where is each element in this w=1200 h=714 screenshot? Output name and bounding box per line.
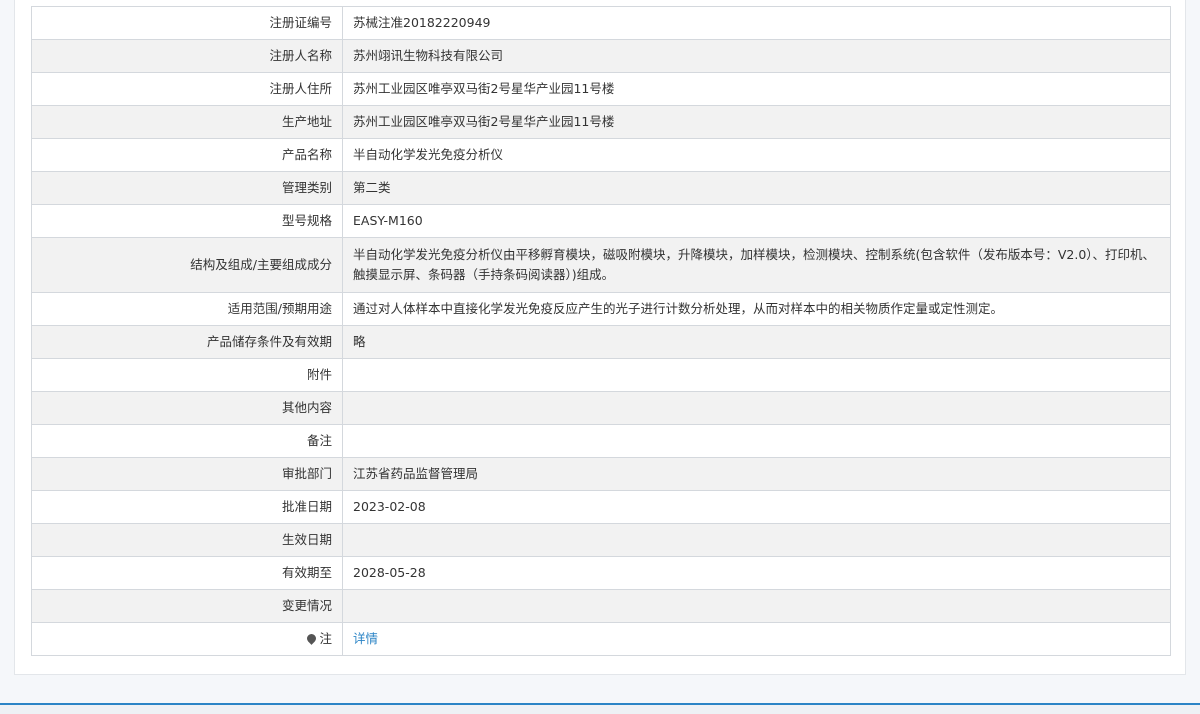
table-row: 变更情况 <box>31 589 1171 623</box>
note-label: 注 <box>319 631 332 646</box>
field-value: 半自动化学发光免疫分析仪 <box>342 138 1171 172</box>
note-value-cell: 详情 <box>342 622 1171 656</box>
field-label: 附件 <box>31 358 343 392</box>
field-value: 江苏省药品监督管理局 <box>342 457 1171 491</box>
table-row: 产品名称 半自动化学发光免疫分析仪 <box>31 138 1171 172</box>
field-value <box>342 424 1171 458</box>
table-row: 适用范围/预期用途 通过对人体样本中直接化学发光免疫反应产生的光子进行计数分析处… <box>31 292 1171 326</box>
field-label: 产品储存条件及有效期 <box>31 325 343 359</box>
field-value: 苏械注准20182220949 <box>342 6 1171 40</box>
field-label: 变更情况 <box>31 589 343 623</box>
field-label: 注册人名称 <box>31 39 343 73</box>
table-row: 注册人名称 苏州翊讯生物科技有限公司 <box>31 39 1171 73</box>
table-row: 注册人住所 苏州工业园区唯亭双马街2号星华产业园11号楼 <box>31 72 1171 106</box>
detail-panel: 注册证编号 苏械注准20182220949 注册人名称 苏州翊讯生物科技有限公司… <box>14 0 1186 675</box>
field-label: 适用范围/预期用途 <box>31 292 343 326</box>
field-label: 型号规格 <box>31 204 343 238</box>
note-label-cell: 注 <box>31 622 343 656</box>
table-row: 产品储存条件及有效期 略 <box>31 325 1171 359</box>
field-label: 有效期至 <box>31 556 343 590</box>
details-link[interactable]: 详情 <box>353 631 378 646</box>
field-value: 2023-02-08 <box>342 490 1171 524</box>
field-label: 备注 <box>31 424 343 458</box>
registration-detail-table: 注册证编号 苏械注准20182220949 注册人名称 苏州翊讯生物科技有限公司… <box>31 6 1171 656</box>
field-value <box>342 358 1171 392</box>
table-row: 型号规格 EASY-M160 <box>31 204 1171 238</box>
field-label: 其他内容 <box>31 391 343 425</box>
table-row: 批准日期 2023-02-08 <box>31 490 1171 524</box>
field-value: 苏州工业园区唯亭双马街2号星华产业园11号楼 <box>342 72 1171 106</box>
field-label: 注册人住所 <box>31 72 343 106</box>
field-value: 苏州工业园区唯亭双马街2号星华产业园11号楼 <box>342 105 1171 139</box>
field-value: 通过对人体样本中直接化学发光免疫反应产生的光子进行计数分析处理，从而对样本中的相… <box>342 292 1171 326</box>
field-label: 结构及组成/主要组成成分 <box>31 237 343 293</box>
field-label: 生效日期 <box>31 523 343 557</box>
map-pin-icon <box>305 632 319 645</box>
table-row: 其他内容 <box>31 391 1171 425</box>
table-row: 附件 <box>31 358 1171 392</box>
field-value: 半自动化学发光免疫分析仪由平移孵育模块，磁吸附模块，升降模块，加样模块，检测模块… <box>342 237 1171 293</box>
field-label: 产品名称 <box>31 138 343 172</box>
field-value: EASY-M160 <box>342 204 1171 238</box>
table-row: 备注 <box>31 424 1171 458</box>
field-value <box>342 391 1171 425</box>
field-value: 第二类 <box>342 171 1171 205</box>
note-row: 注 详情 <box>31 622 1171 656</box>
field-value: 略 <box>342 325 1171 359</box>
table-row: 有效期至 2028-05-28 <box>31 556 1171 590</box>
field-label: 注册证编号 <box>31 6 343 40</box>
field-label: 审批部门 <box>31 457 343 491</box>
field-value <box>342 589 1171 623</box>
table-row: 生效日期 <box>31 523 1171 557</box>
footer <box>0 705 1200 714</box>
table-row: 注册证编号 苏械注准20182220949 <box>31 6 1171 40</box>
field-value: 苏州翊讯生物科技有限公司 <box>342 39 1171 73</box>
table-row: 审批部门 江苏省药品监督管理局 <box>31 457 1171 491</box>
table-row: 管理类别 第二类 <box>31 171 1171 205</box>
field-value: 2028-05-28 <box>342 556 1171 590</box>
table-row: 生产地址 苏州工业园区唯亭双马街2号星华产业园11号楼 <box>31 105 1171 139</box>
field-label: 批准日期 <box>31 490 343 524</box>
field-label: 生产地址 <box>31 105 343 139</box>
table-row: 结构及组成/主要组成成分 半自动化学发光免疫分析仪由平移孵育模块，磁吸附模块，升… <box>31 237 1171 293</box>
field-value <box>342 523 1171 557</box>
field-label: 管理类别 <box>31 171 343 205</box>
